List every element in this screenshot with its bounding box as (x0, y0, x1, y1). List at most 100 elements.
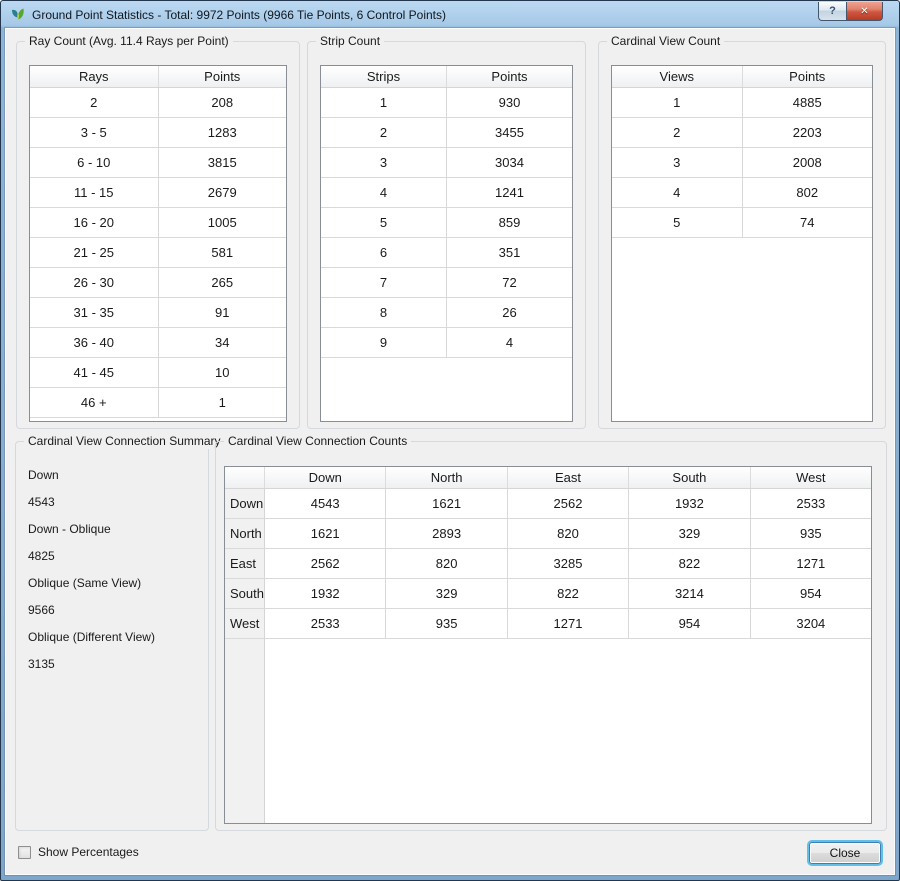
ray-count-cell[interactable]: 11 - 15 (30, 178, 159, 207)
strip-count-cell[interactable]: 3 (321, 148, 447, 177)
connection-counts-cell[interactable]: 954 (751, 579, 871, 608)
ray-count-cell[interactable]: 2 (30, 88, 159, 117)
strip-count-row: 826 (321, 298, 572, 328)
connection-counts-row-header: East (225, 549, 265, 578)
connection-counts-cell[interactable]: 4543 (265, 489, 386, 518)
connection-counts-cell[interactable]: 2533 (751, 489, 871, 518)
cardinal-view-count-cell[interactable]: 3 (612, 148, 743, 177)
cardinal-view-count-cell[interactable]: 4 (612, 178, 743, 207)
connection-counts-cell[interactable]: 822 (508, 579, 629, 608)
ray-count-cell[interactable]: 36 - 40 (30, 328, 159, 357)
strip-count-column-header: Strips (321, 66, 447, 87)
strip-count-cell[interactable]: 351 (447, 238, 572, 267)
strip-count-cell[interactable]: 930 (447, 88, 572, 117)
ray-count-cell[interactable]: 208 (159, 88, 287, 117)
strip-count-cell[interactable]: 9 (321, 328, 447, 357)
ray-count-cell[interactable]: 1283 (159, 118, 287, 147)
connection-counts-cell[interactable]: 935 (386, 609, 507, 638)
connection-counts-group: Cardinal View Connection Counts DownNort… (215, 441, 887, 831)
ray-count-cell[interactable]: 46 + (30, 388, 159, 417)
ray-count-cell[interactable]: 1 (159, 388, 287, 417)
cardinal-view-count-cell[interactable]: 4885 (743, 88, 873, 117)
strip-count-cell[interactable]: 1 (321, 88, 447, 117)
connection-counts-corner-cell (225, 467, 265, 488)
titlebar[interactable]: Ground Point Statistics - Total: 9972 Po… (1, 1, 899, 28)
ray-count-row: 2208 (30, 88, 286, 118)
ray-count-cell[interactable]: 581 (159, 238, 287, 267)
cardinal-view-count-cell[interactable]: 2 (612, 118, 743, 147)
ray-count-cell[interactable]: 6 - 10 (30, 148, 159, 177)
connection-counts-cell[interactable]: 3204 (751, 609, 871, 638)
strip-count-cell[interactable]: 26 (447, 298, 572, 327)
connection-counts-cell[interactable]: 1271 (508, 609, 629, 638)
connection-counts-cell[interactable]: 2533 (265, 609, 386, 638)
connection-counts-cell[interactable]: 1932 (629, 489, 750, 518)
connection-counts-cell[interactable]: 935 (751, 519, 871, 548)
ray-count-cell[interactable]: 265 (159, 268, 287, 297)
cardinal-view-count-row: 22203 (612, 118, 872, 148)
connection-counts-cell[interactable]: 2562 (265, 549, 386, 578)
strip-count-cell[interactable]: 5 (321, 208, 447, 237)
strip-count-cell[interactable]: 3455 (447, 118, 572, 147)
cardinal-view-count-cell[interactable]: 74 (743, 208, 873, 237)
ray-count-row: 26 - 30265 (30, 268, 286, 298)
ray-count-cell[interactable]: 34 (159, 328, 287, 357)
ray-count-cell[interactable]: 41 - 45 (30, 358, 159, 387)
connection-summary-group: Cardinal View Connection Summary Down454… (15, 441, 209, 831)
strip-count-cell[interactable]: 2 (321, 118, 447, 147)
strip-count-cell[interactable]: 3034 (447, 148, 572, 177)
connection-counts-cell[interactable]: 820 (386, 549, 507, 578)
help-button[interactable]: ? (818, 2, 846, 21)
connection-counts-cell[interactable]: 1621 (386, 489, 507, 518)
connection-counts-cell[interactable]: 1271 (751, 549, 871, 578)
connection-counts-cell[interactable]: 822 (629, 549, 750, 578)
cardinal-view-count-cell[interactable]: 802 (743, 178, 873, 207)
connection-counts-cell[interactable]: 1932 (265, 579, 386, 608)
connection-summary-value: 3135 (28, 651, 202, 678)
connection-counts-cell[interactable]: 954 (629, 609, 750, 638)
ray-count-cell[interactable]: 16 - 20 (30, 208, 159, 237)
connection-counts-row: East256282032858221271 (225, 549, 871, 579)
ray-count-cell[interactable]: 31 - 35 (30, 298, 159, 327)
connection-counts-cell[interactable]: 2562 (508, 489, 629, 518)
cardinal-view-count-cell[interactable]: 2203 (743, 118, 873, 147)
connection-summary-label: Down - Oblique (28, 516, 202, 543)
strip-count-cell[interactable]: 6 (321, 238, 447, 267)
ray-count-cell[interactable]: 21 - 25 (30, 238, 159, 267)
connection-counts-cell[interactable]: 3285 (508, 549, 629, 578)
strip-count-cell[interactable]: 1241 (447, 178, 572, 207)
strip-count-cell[interactable]: 4 (321, 178, 447, 207)
ray-count-cell[interactable]: 26 - 30 (30, 268, 159, 297)
connection-counts-row: South19323298223214954 (225, 579, 871, 609)
show-percentages-checkbox[interactable] (18, 846, 31, 859)
cardinal-view-count-header-row: ViewsPoints (612, 66, 872, 88)
ray-count-cell[interactable]: 2679 (159, 178, 287, 207)
connection-summary-group-title: Cardinal View Connection Summary (24, 434, 225, 449)
cardinal-view-count-cell[interactable]: 2008 (743, 148, 873, 177)
strip-count-cell[interactable]: 4 (447, 328, 572, 357)
dialog-window: Ground Point Statistics - Total: 9972 Po… (0, 0, 900, 881)
strip-count-cell[interactable]: 7 (321, 268, 447, 297)
close-window-button[interactable]: ✕ (846, 2, 883, 21)
ray-count-cell[interactable]: 3815 (159, 148, 287, 177)
connection-counts-cell[interactable]: 329 (386, 579, 507, 608)
ray-count-cell[interactable]: 1005 (159, 208, 287, 237)
connection-counts-cell[interactable]: 2893 (386, 519, 507, 548)
close-button[interactable]: Close (809, 842, 881, 864)
connection-counts-cell[interactable]: 820 (508, 519, 629, 548)
strip-count-row: 94 (321, 328, 572, 358)
connection-counts-cell[interactable]: 329 (629, 519, 750, 548)
strip-count-row: 5859 (321, 208, 572, 238)
cardinal-view-count-cell[interactable]: 1 (612, 88, 743, 117)
connection-counts-cell[interactable]: 3214 (629, 579, 750, 608)
strip-count-cell[interactable]: 859 (447, 208, 572, 237)
show-percentages-label[interactable]: Show Percentages (38, 845, 139, 859)
ray-count-cell[interactable]: 3 - 5 (30, 118, 159, 147)
ray-count-cell[interactable]: 91 (159, 298, 287, 327)
connection-counts-cell[interactable]: 1621 (265, 519, 386, 548)
strip-count-cell[interactable]: 8 (321, 298, 447, 327)
connection-counts-row: North16212893820329935 (225, 519, 871, 549)
cardinal-view-count-cell[interactable]: 5 (612, 208, 743, 237)
strip-count-cell[interactable]: 72 (447, 268, 572, 297)
ray-count-cell[interactable]: 10 (159, 358, 287, 387)
